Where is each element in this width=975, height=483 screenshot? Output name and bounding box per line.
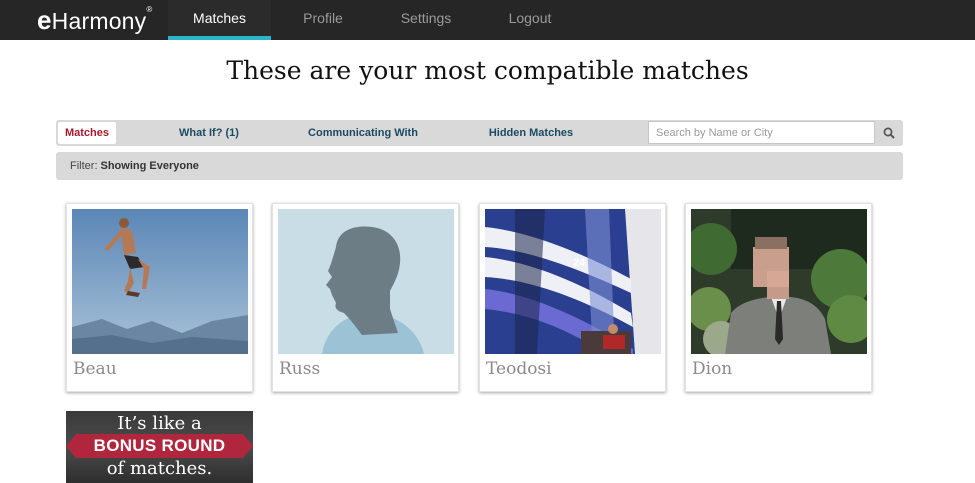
bonus-round-promo[interactable]: It’s like a BONUS ROUND of matches. [66, 411, 253, 483]
promo-line-3: of matches. [106, 458, 213, 479]
promo-line-2: BONUS ROUND [93, 436, 226, 455]
logo-e: e [37, 5, 52, 35]
match-name[interactable]: Teodosi [486, 359, 552, 379]
match-name[interactable]: Russ [279, 359, 320, 379]
search-input[interactable] [648, 121, 875, 144]
filter-value: Showing Everyone [100, 160, 199, 172]
jumping-man-photo [72, 209, 248, 354]
hot-air-balloon-photo: 24 [485, 209, 661, 354]
nav-settings[interactable]: Settings [380, 0, 472, 40]
match-card-dion[interactable]: Dion [685, 203, 872, 392]
balloon-number: 24 [573, 257, 586, 269]
eharmony-logo[interactable]: eHarmony® [37, 5, 152, 36]
promo-line-1: It’s like a [117, 413, 202, 434]
match-card-russ[interactable]: Russ [272, 203, 459, 392]
top-nav-bar: eHarmony® Matches Profile Settings Logou… [0, 0, 975, 40]
tab-matches[interactable]: Matches [58, 122, 116, 144]
match-tabs-bar: Matches What If? (1) Communicating With … [56, 120, 903, 146]
tab-hidden-matches[interactable]: Hidden Matches [480, 120, 582, 146]
silhouette-placeholder [278, 209, 454, 354]
nav-matches[interactable]: Matches [168, 0, 271, 40]
nav-profile[interactable]: Profile [278, 0, 368, 40]
logo-text: Harmony [51, 8, 147, 34]
match-name[interactable]: Beau [73, 359, 117, 379]
search-button[interactable] [876, 121, 902, 145]
match-card-beau[interactable]: Beau [66, 203, 253, 392]
filter-label: Filter: [70, 160, 98, 172]
match-name[interactable]: Dion [692, 359, 732, 379]
man-in-garden-photo [691, 209, 867, 354]
tab-communicating-with[interactable]: Communicating With [300, 120, 426, 146]
match-card-teodosi[interactable]: 24 Teodosi [479, 203, 666, 392]
tab-what-if[interactable]: What If? (1) [168, 120, 250, 146]
logo-registered-mark: ® [146, 5, 153, 14]
search-icon [883, 127, 895, 139]
nav-logout[interactable]: Logout [485, 0, 575, 40]
page-title: These are your most compatible matches [226, 56, 749, 85]
filter-bar[interactable]: Filter: Showing Everyone [56, 152, 903, 180]
